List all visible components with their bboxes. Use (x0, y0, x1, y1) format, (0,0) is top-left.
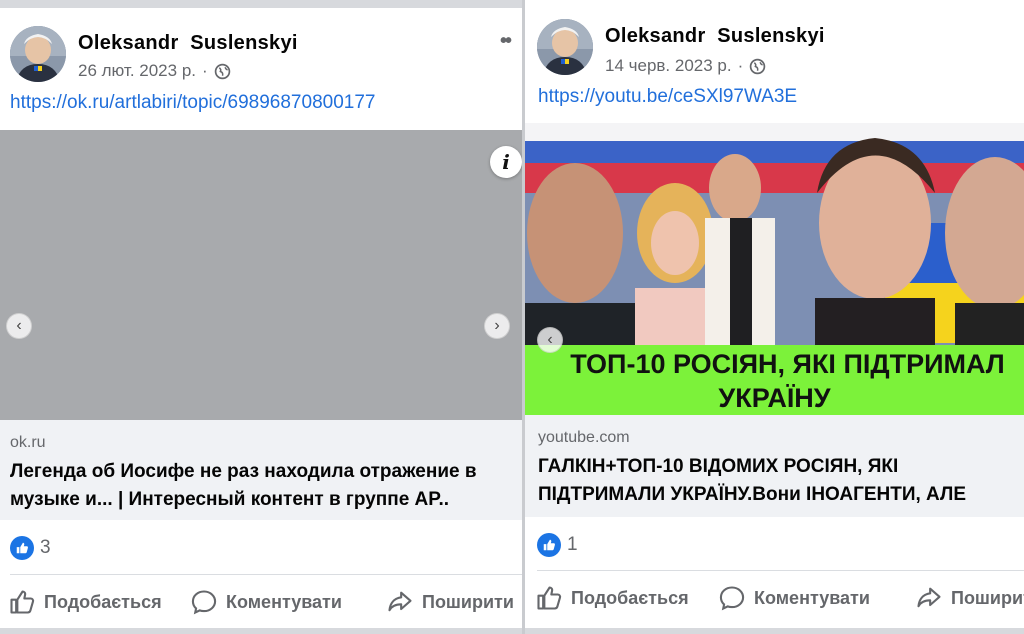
comment-button[interactable]: Коментувати (190, 588, 342, 616)
source-domain: ok.ru (10, 434, 46, 451)
globe-icon[interactable] (749, 58, 766, 75)
post-author[interactable]: Oleksandr Suslenskyi (78, 32, 298, 55)
comment-button[interactable]: Коментувати (718, 584, 870, 612)
feed-separator (525, 628, 1024, 634)
comment-bubble-icon (191, 590, 217, 615)
post-actions: Подобається Коментувати Поширити (525, 578, 1024, 618)
comment-bubble-icon (719, 586, 745, 611)
source-domain: youtube.com (538, 429, 630, 446)
link-preview-source[interactable]: youtube.com ГАЛКІН+ТОП-10 ВІДОМИХ РОСІЯН… (525, 415, 1024, 517)
divider (537, 570, 1024, 571)
post-meta: 14 черв. 2023 р. · (605, 56, 766, 76)
source-title[interactable]: Легенда об Иосифе не раз находила отраже… (10, 458, 516, 514)
like-reaction-icon (10, 536, 34, 560)
feed-separator (0, 628, 522, 634)
reaction-count: 1 (567, 534, 578, 555)
reaction-summary[interactable]: 3 (10, 536, 51, 560)
comment-label: Коментувати (754, 587, 870, 608)
chevron-right-icon[interactable]: › (484, 313, 510, 339)
avatar[interactable] (10, 26, 66, 82)
share-label: Поширити (422, 591, 514, 612)
post-link[interactable]: https://ok.ru/artlabiri/topic/6989687080… (10, 92, 375, 114)
link-preview-source[interactable]: ok.ru Легенда об Иосифе не раз находила … (0, 420, 522, 520)
info-icon[interactable]: i (490, 146, 522, 178)
like-button[interactable]: Подобається (8, 588, 162, 616)
thumbs-up-icon (537, 586, 562, 610)
like-label: Подобається (571, 587, 689, 608)
share-arrow-icon (917, 587, 941, 608)
chevron-left-icon[interactable]: ‹ (6, 313, 32, 339)
divider (10, 574, 522, 575)
link-preview-image[interactable]: ‹ › (0, 130, 522, 420)
globe-icon[interactable] (214, 63, 231, 80)
post-actions: Подобається Коментувати Поширити (0, 582, 522, 622)
like-button[interactable]: Подобається (535, 584, 689, 612)
post-link[interactable]: https://youtu.be/ceSXl97WA3E (538, 86, 797, 108)
share-button[interactable]: Поширити (386, 588, 514, 616)
like-reaction-icon (537, 533, 561, 557)
post-card-1: Oleksandr Suslenskyi 26 лют. 2023 р. · h… (0, 0, 522, 634)
post-date[interactable]: 26 лют. 2023 р. (78, 61, 196, 81)
share-label: Поширити (951, 587, 1024, 608)
thumbnail-banner-line-1: ТОП-10 РОСІЯН, ЯКІ ПІДТРИМАЛ (570, 349, 1005, 379)
feed-separator (0, 0, 522, 8)
thumbnail-banner-line-2: УКРАЇНУ (718, 383, 831, 413)
post-card-2: Oleksandr Suslenskyi 14 черв. 2023 р. · … (525, 0, 1024, 634)
video-thumbnail[interactable]: ТОП-10 РОСІЯН, ЯКІ ПІДТРИМАЛ УКРАЇНУ ‹ (525, 123, 1024, 415)
thumbs-up-icon (10, 590, 35, 614)
like-label: Подобається (44, 591, 162, 612)
share-button[interactable]: Поширити (915, 584, 1024, 612)
post-date[interactable]: 14 черв. 2023 р. (605, 56, 732, 76)
share-arrow-icon (388, 591, 412, 612)
chevron-left-icon[interactable]: ‹ (537, 327, 563, 353)
meta-separator: · (202, 61, 208, 80)
comment-label: Коментувати (226, 591, 342, 612)
reaction-summary[interactable]: 1 (537, 533, 578, 557)
source-title-line-1: ГАЛКІН+ТОП-10 ВІДОМИХ РОСІЯН, ЯКІ (538, 456, 899, 477)
post-meta: 26 лют. 2023 р. · (78, 61, 231, 81)
meta-separator: · (737, 56, 744, 75)
source-title[interactable]: ГАЛКІН+ТОП-10 ВІДОМИХ РОСІЯН, ЯКІ ПІДТРИ… (538, 453, 1018, 509)
source-title-line-2: ПІДТРИМАЛИ УКРАЇНУ.Вони ІНОАГЕНТИ, АЛЕ (538, 484, 967, 505)
reaction-count: 3 (40, 537, 51, 558)
more-options-icon[interactable]: •• (500, 30, 1020, 53)
